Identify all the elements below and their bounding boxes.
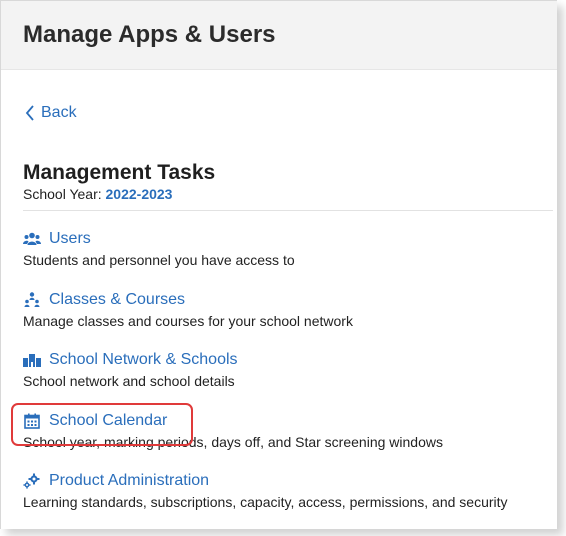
back-label: Back — [41, 104, 77, 121]
school-year-value: 2022-2023 — [105, 186, 173, 202]
classes-icon — [23, 291, 41, 309]
classes-courses-label: Classes & Courses — [49, 291, 186, 308]
users-icon — [23, 230, 41, 248]
task-product-administration: Product Administration Learning standard… — [23, 472, 508, 510]
school-network-icon — [23, 351, 41, 369]
task-school-network: School Network & Schools School network … — [23, 351, 238, 389]
section-title: Management Tasks — [23, 161, 216, 184]
product-administration-description: Learning standards, subscriptions, capac… — [23, 494, 508, 510]
school-year-label: School Year: — [23, 186, 102, 202]
users-link[interactable]: Users — [23, 230, 295, 248]
classes-courses-link[interactable]: Classes & Courses — [23, 291, 353, 309]
page-header: Manage Apps & Users — [1, 1, 557, 70]
users-label: Users — [49, 230, 91, 247]
task-users: Users Students and personnel you have ac… — [23, 230, 295, 268]
users-description: Students and personnel you have access t… — [23, 252, 295, 268]
classes-courses-description: Manage classes and courses for your scho… — [23, 313, 353, 329]
school-calendar-link[interactable]: School Calendar — [23, 412, 443, 430]
school-network-label: School Network & Schools — [49, 351, 238, 368]
app-window: Manage Apps & Users Back Management Task… — [0, 0, 557, 529]
school-network-description: School network and school details — [23, 373, 235, 389]
school-network-link[interactable]: School Network & Schools — [23, 351, 238, 369]
divider — [23, 210, 553, 211]
school-calendar-label: School Calendar — [49, 412, 168, 429]
task-school-calendar: School Calendar School year, marking per… — [23, 412, 443, 450]
task-classes-courses: Classes & Courses Manage classes and cou… — [23, 291, 353, 329]
chevron-left-icon — [25, 105, 35, 121]
school-calendar-description: School year, marking periods, days off, … — [23, 434, 443, 450]
calendar-icon — [23, 412, 41, 430]
school-year: School Year: 2022-2023 — [23, 186, 172, 202]
gear-icon — [23, 472, 41, 490]
page-title: Manage Apps & Users — [23, 21, 276, 48]
product-administration-label: Product Administration — [49, 472, 210, 489]
product-administration-link[interactable]: Product Administration — [23, 472, 508, 490]
back-link[interactable]: Back — [25, 104, 77, 122]
